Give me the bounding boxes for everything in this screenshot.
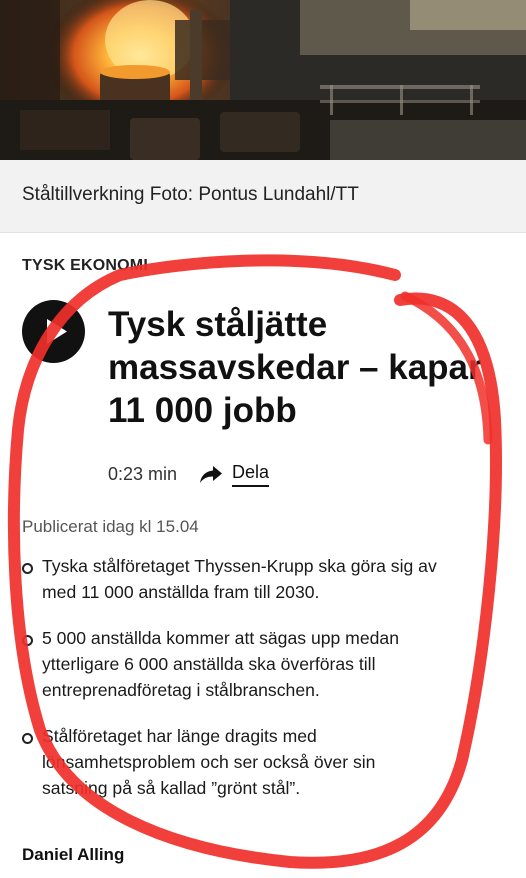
bullet-line: 5 000 anställda kommer att sägas upp med… [42, 628, 399, 648]
article-meta-row: 0:23 min Dela [108, 460, 270, 488]
headline-line: massavskedar – kapar [108, 348, 482, 387]
bullet-line: med 11 000 anställda fram till 2030. [42, 582, 320, 602]
share-label: Dela [232, 462, 270, 487]
steel-mill-image [0, 0, 526, 160]
play-icon [47, 319, 67, 344]
share-arrow-icon [200, 466, 223, 483]
summary-bullet: Tyska stålföretaget Thyssen-Krupp ska gö… [22, 553, 512, 605]
bullet-circle-icon [22, 563, 33, 574]
section-label: TYSK EKONOMI [22, 257, 148, 274]
headline-line: 11 000 jobb [108, 391, 297, 430]
published-timestamp: Publicerat idag kl 15.04 [22, 517, 199, 536]
share-button[interactable]: Dela [199, 462, 270, 487]
bullet-line: Stålföretaget har länge dragits med [42, 726, 317, 746]
photo-caption-bar: Ståltillverkning Foto: Pontus Lundahl/TT [0, 160, 526, 233]
bullet-line: ytterligare 6 000 anställda ska överföra… [42, 654, 376, 674]
author-byline: Daniel Alling [22, 845, 125, 864]
photo-caption: Ståltillverkning Foto: Pontus Lundahl/TT [22, 184, 359, 205]
play-audio-button[interactable] [22, 300, 85, 363]
headline: Tysk ståljätte massavskedar – kapar 11 0… [108, 303, 508, 432]
bullet-line: satsning på så kallad ”grönt stål”. [42, 778, 301, 798]
audio-duration: 0:23 min [108, 463, 178, 484]
hero-photo [0, 0, 526, 160]
bullet-line: lönsamhetsproblem och ser också över sin [42, 752, 376, 772]
summary-bullet: Stålföretaget har länge dragits med löns… [22, 723, 512, 801]
bullet-circle-icon [22, 733, 33, 744]
bullet-line: Tyska stålföretaget Thyssen-Krupp ska gö… [42, 556, 437, 576]
headline-line: Tysk ståljätte [108, 305, 328, 344]
bullet-line: entreprenadföretag i stålbranschen. [42, 680, 320, 700]
summary-bullet-list: Tyska stålföretaget Thyssen-Krupp ska gö… [22, 553, 512, 821]
bullet-circle-icon [22, 635, 33, 646]
summary-bullet: 5 000 anställda kommer att sägas upp med… [22, 625, 512, 703]
